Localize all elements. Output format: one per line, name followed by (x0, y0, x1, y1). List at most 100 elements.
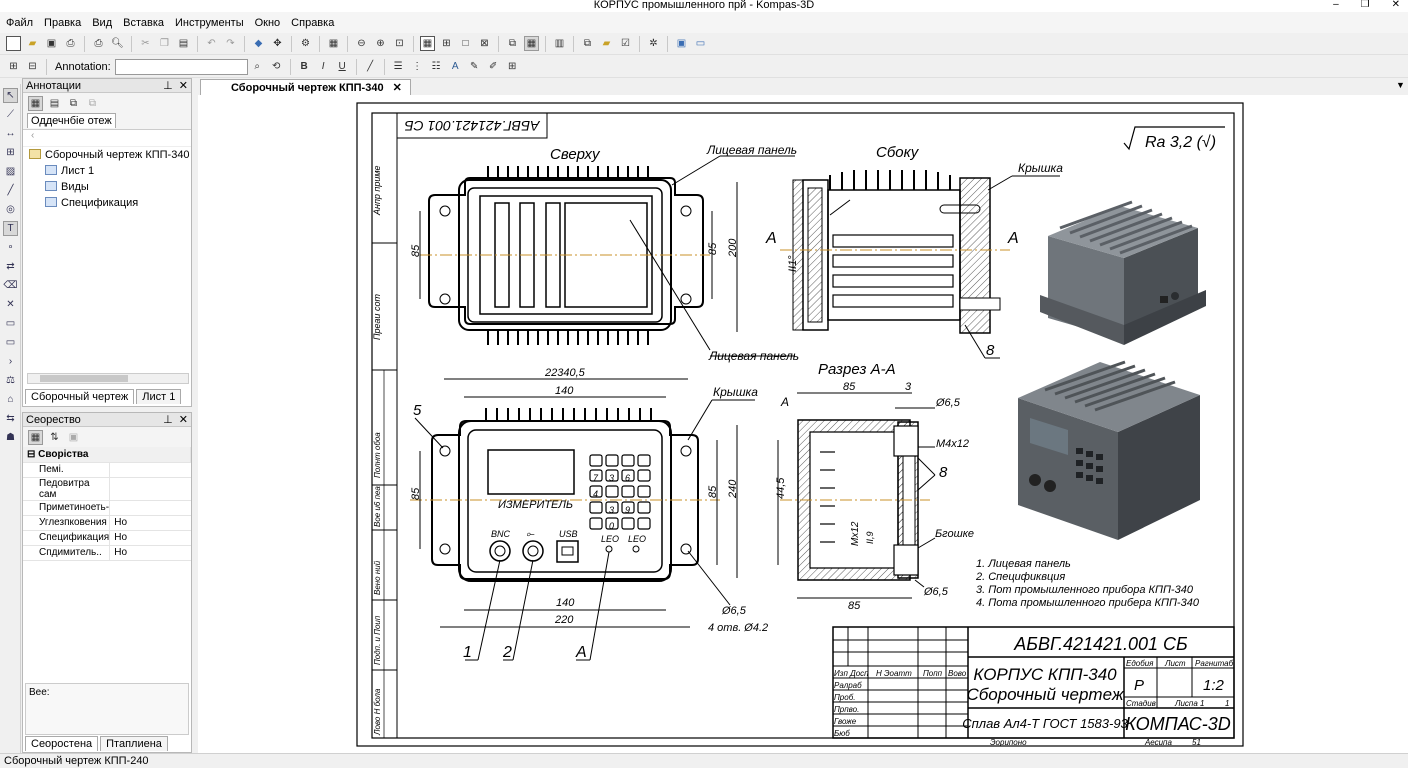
folder-icon[interactable]: ▰ (599, 36, 614, 51)
trim-icon[interactable]: ✕ (3, 297, 18, 312)
print-preview-icon[interactable]: ⎙ (63, 36, 78, 51)
pin-icon[interactable]: ⊥ (163, 80, 173, 92)
cut-icon[interactable]: ✂ (138, 36, 153, 51)
tree-view-icon[interactable]: ▦ (28, 95, 43, 111)
display-icon[interactable]: ▭ (693, 36, 708, 51)
tools-icon[interactable]: ✲ (646, 36, 661, 51)
symbols-icon[interactable]: ⊞ (3, 145, 18, 160)
tree-item-assembly[interactable]: Сборочный чертеж КПП-340 (29, 147, 191, 163)
categorized-icon[interactable]: ▦ (28, 429, 43, 445)
maximize-button[interactable]: ❐ (1361, 0, 1370, 10)
print-icon[interactable]: ⎙ (91, 36, 106, 51)
tabs-dropdown-icon[interactable]: ▼ (1396, 80, 1405, 90)
tab-sheet1[interactable]: Лист 1 (136, 389, 182, 404)
menu-insert[interactable]: Вставка (123, 17, 164, 29)
eraser-icon[interactable]: ⌫ (3, 278, 18, 293)
expand-icon[interactable]: › (3, 354, 18, 369)
menu-view[interactable]: Вид (92, 17, 112, 29)
tab-assembly[interactable]: Сборочный чертеж (25, 389, 135, 404)
edit-icon[interactable]: ⇄ (3, 259, 18, 274)
columns-icon[interactable]: ⋮ (410, 59, 425, 74)
tree-item-spec[interactable]: Спецификация (29, 195, 191, 211)
table-row[interactable]: Приметиноеть- (23, 500, 191, 516)
properties-section[interactable]: ⊟ Своріства (23, 447, 191, 463)
tree-item-sheet[interactable]: Лист 1 (29, 163, 191, 179)
align-icon[interactable]: ☷ (429, 59, 444, 74)
measure-icon[interactable]: ⊟ (25, 59, 40, 74)
zoom-in-icon[interactable]: ⊕ (373, 36, 388, 51)
list-view-icon[interactable]: ▤ (47, 96, 62, 111)
tree-item-views[interactable]: Виды (29, 179, 191, 195)
ortho-icon[interactable]: ⊞ (439, 36, 454, 51)
disabled-view-icon[interactable]: ⧉ (85, 96, 100, 111)
table-row[interactable]: Спецификация Но (23, 530, 191, 546)
preview-icon[interactable]: 🔍︎ (110, 36, 125, 51)
select-icon[interactable]: ↖ (3, 88, 18, 103)
hatch-icon[interactable]: ▨ (3, 164, 18, 179)
table-icon[interactable]: ▥ (552, 36, 567, 51)
save-icon[interactable]: ▣ (44, 36, 59, 51)
sort-icon[interactable]: ⇅ (47, 430, 62, 445)
close-button[interactable]: ✕ (1392, 0, 1400, 10)
minimize-button[interactable]: – (1333, 0, 1339, 10)
highlight-icon[interactable]: ✎ (467, 59, 482, 74)
table-row[interactable]: Пемі. (23, 462, 191, 478)
geometry-icon[interactable]: ⟋ (3, 107, 18, 122)
pin-icon[interactable]: ⊥ (163, 414, 173, 426)
sheet-icon[interactable]: ▭ (3, 335, 18, 350)
zoom-window-icon[interactable]: ⊡ (392, 36, 407, 51)
menu-file[interactable]: Файл (6, 17, 33, 29)
settings-icon[interactable]: ⚙ (298, 36, 313, 51)
close-tab-icon[interactable]: ✕ (393, 82, 402, 94)
view-icon[interactable]: ▣ (674, 36, 689, 51)
new-file-icon[interactable] (6, 36, 21, 51)
copy-icon[interactable]: ❐ (157, 36, 172, 51)
panel-close-icon[interactable]: ✕ (179, 80, 188, 92)
scrollbar-thumb[interactable] (40, 375, 128, 382)
pan-icon[interactable]: ✥ (270, 36, 285, 51)
report-icon[interactable]: ⇆ (3, 411, 18, 426)
tab-properties[interactable]: Сеоростена (25, 736, 99, 751)
redo-icon[interactable]: ↷ (223, 36, 238, 51)
measure-tool-icon[interactable]: ⚖ (3, 373, 18, 388)
pen-icon[interactable]: ✐ (486, 59, 501, 74)
document-tab[interactable]: Сборочный чертеж КПП-340 ✕ (200, 79, 411, 95)
text-icon[interactable]: T (3, 221, 18, 236)
paste-icon[interactable]: ▤ (176, 36, 191, 51)
menu-help[interactable]: Справка (291, 17, 334, 29)
back-arrow-icon[interactable]: ‹ (23, 130, 191, 146)
italic-icon[interactable]: I (316, 59, 331, 74)
tab-parameters[interactable]: Птаплиена (100, 736, 168, 751)
font-color-icon[interactable]: A (448, 59, 463, 74)
drawing-canvas[interactable]: Анпр приме Преаи сот Полнт обоа Вое и6 п… (198, 95, 1408, 753)
open-folder-icon[interactable]: ▰ (25, 36, 40, 51)
table-row[interactable]: Углезпковения Но (23, 515, 191, 531)
list-icon[interactable]: ☰ (391, 59, 406, 74)
underline-icon[interactable]: U (335, 59, 350, 74)
users-icon[interactable]: ☗ (3, 430, 18, 445)
check-icon[interactable]: ☑ (618, 36, 633, 51)
copy-props-icon[interactable]: ⧉ (580, 36, 595, 51)
table-row[interactable]: Спдимитель.. Но (23, 545, 191, 561)
segment-icon[interactable]: ╱ (3, 183, 18, 198)
panel-close-icon[interactable]: ✕ (179, 414, 188, 426)
library-icon[interactable]: ▦ (326, 36, 341, 51)
fill-icon[interactable]: ▭ (3, 316, 18, 331)
table-row[interactable]: Педовитра сам (23, 477, 191, 501)
grid-icon[interactable]: ▦ (420, 36, 435, 51)
insert-icon[interactable]: ⊞ (6, 59, 21, 74)
model-icon[interactable]: ◆ (251, 36, 266, 51)
bold-icon[interactable]: B (297, 59, 312, 74)
circle-icon[interactable]: ◎ (3, 202, 18, 217)
tile-icon[interactable]: ▦ (524, 36, 539, 51)
search-icon[interactable]: ⌕ (250, 59, 265, 74)
horizontal-scrollbar[interactable] (27, 373, 189, 384)
dimensions-icon[interactable]: ↔ (3, 126, 18, 141)
table-insert-icon[interactable]: ⊞ (505, 59, 520, 74)
point-icon[interactable]: ∘ (3, 240, 18, 255)
copy-view-icon[interactable]: ⧉ (66, 96, 81, 111)
line-icon[interactable]: ╱ (363, 59, 378, 74)
snap-icon[interactable]: ⊠ (477, 36, 492, 51)
layers-icon[interactable]: ⧉ (505, 36, 520, 51)
spec-icon[interactable]: ⌂ (3, 392, 18, 407)
